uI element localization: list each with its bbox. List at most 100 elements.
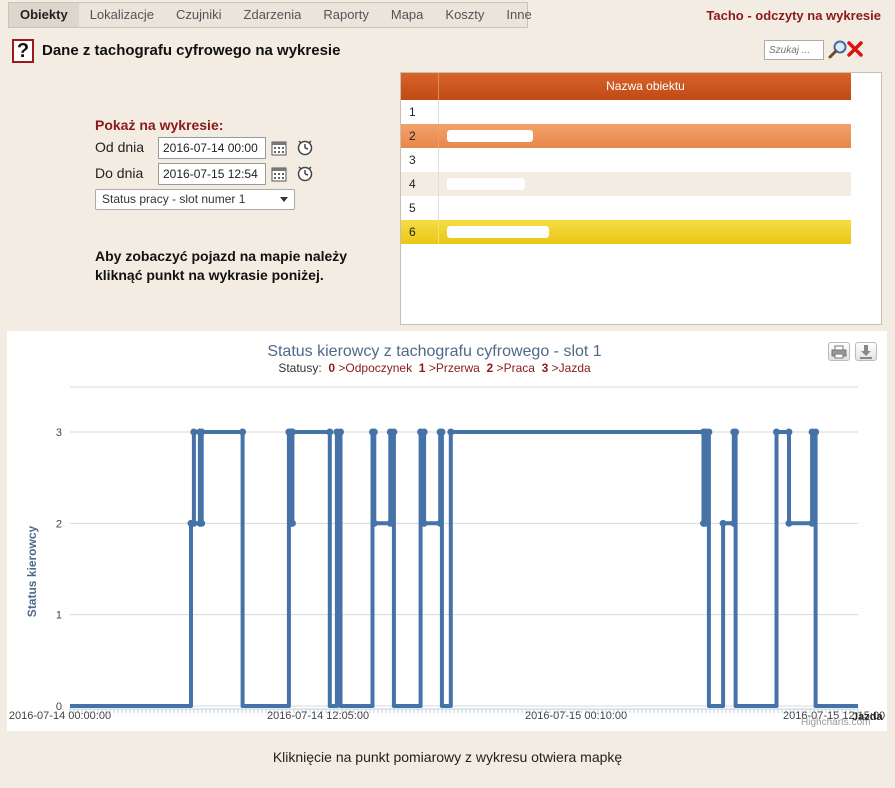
series-line	[70, 430, 858, 708]
main-nav: Obiekty Lokalizacje Czujniki Zdarzenia R…	[8, 2, 532, 28]
table-row[interactable]: 4	[401, 172, 851, 196]
data-point	[336, 428, 344, 436]
status-code: 2	[486, 361, 494, 375]
table-row[interactable]: 1	[401, 100, 851, 124]
status-name: >Odpoczynek	[338, 361, 413, 375]
search-input[interactable]	[764, 40, 824, 60]
slot-select-value: Status pracy - slot numer 1	[102, 192, 246, 206]
data-point	[370, 519, 378, 527]
table-row[interactable]: 5	[401, 196, 851, 220]
chart-subtitle: Statusy: 0 >Odpoczynek 1 >Przerwa 2 >Pra…	[7, 361, 862, 375]
table-row[interactable]: 6	[401, 220, 851, 244]
search-icon[interactable]	[828, 39, 848, 59]
row-index: 2	[401, 124, 439, 148]
table-row[interactable]: 2	[401, 124, 851, 148]
data-point	[705, 428, 713, 436]
row-index: 5	[401, 196, 439, 220]
data-point	[701, 519, 709, 527]
redacted-name	[447, 130, 533, 142]
from-date-label: Od dnia	[95, 139, 145, 155]
data-point	[326, 428, 334, 436]
nav-item-raporty[interactable]: Raporty	[312, 3, 380, 27]
top-bar: Obiekty Lokalizacje Czujniki Zdarzenia R…	[0, 0, 895, 30]
map-info-text: Aby zobaczyć pojazd na mapie należy klik…	[95, 248, 348, 283]
row-index: 6	[401, 220, 439, 244]
data-point	[785, 519, 793, 527]
download-icon	[860, 345, 872, 359]
data-point	[198, 519, 206, 527]
chevron-down-icon	[280, 197, 288, 202]
clock-icon[interactable]	[296, 138, 314, 156]
data-point	[808, 519, 816, 527]
nav-item-obiekty[interactable]: Obiekty	[9, 3, 79, 27]
from-date-input[interactable]	[158, 137, 266, 159]
table-row[interactable]: 3	[401, 148, 851, 172]
to-date-input[interactable]	[158, 163, 266, 185]
print-button[interactable]	[828, 342, 850, 361]
nav-item-czujniki[interactable]: Czujniki	[165, 3, 233, 27]
data-point	[190, 428, 198, 436]
data-point	[719, 519, 727, 527]
data-point	[288, 519, 296, 527]
subtitle-prefix: Statusy:	[278, 361, 322, 375]
to-date-label: Do dnia	[95, 165, 144, 181]
y-tick-label: 3	[56, 427, 62, 439]
data-point	[288, 428, 296, 436]
filter-title: Pokaż na wykresie:	[95, 117, 224, 133]
nav-item-mapa[interactable]: Mapa	[380, 3, 435, 27]
data-point	[386, 519, 394, 527]
y-tick-label: 2	[56, 518, 62, 530]
data-point	[420, 519, 428, 527]
nav-item-lokalizacje[interactable]: Lokalizacje	[79, 3, 165, 27]
status-name: >Jazda	[551, 361, 591, 375]
data-point	[239, 428, 247, 436]
data-point	[370, 428, 378, 436]
calendar-icon[interactable]	[271, 166, 287, 182]
nav-item-inne[interactable]: Inne	[495, 3, 542, 27]
slot-select[interactable]: Status pracy - slot numer 1	[95, 189, 295, 210]
status-chart[interactable]: 0 1 2 3 Status kierowcy 2016-07-14 00:00:00 20…	[7, 331, 887, 731]
chart-area: 0 1 2 3 Status kierowcy 2016-07-14 00:00:00 20…	[7, 331, 887, 731]
data-point	[436, 519, 444, 527]
export-button[interactable]	[855, 342, 877, 361]
data-point	[772, 428, 780, 436]
data-point	[420, 428, 428, 436]
app-title: Tacho - odczyty na wykresie	[706, 8, 881, 23]
highcharts-credits[interactable]: Highcharts.com	[801, 717, 870, 728]
name-column-header[interactable]: Nazwa obiektu	[440, 73, 851, 100]
footer-note: Kliknięcie na punkt pomiarowy z wykresu …	[272, 749, 623, 765]
y-tick-label: 1	[56, 610, 62, 622]
data-point	[438, 428, 446, 436]
object-table-header: Nazwa obiektu	[401, 73, 851, 100]
data-point	[390, 428, 398, 436]
row-index: 3	[401, 148, 439, 172]
x-tick-label: 2016-07-14 12:05:00	[267, 710, 369, 722]
clock-icon[interactable]	[296, 164, 314, 182]
data-point	[785, 428, 793, 436]
calendar-icon[interactable]	[271, 140, 287, 156]
row-index: 4	[401, 172, 439, 196]
data-point	[198, 428, 206, 436]
status-name: >Praca	[496, 361, 535, 375]
page-title: Dane z tachografu cyfrowego na wykresie	[42, 42, 341, 59]
data-point	[730, 519, 738, 527]
row-index: 1	[401, 100, 439, 124]
index-column-header	[401, 73, 439, 100]
help-icon[interactable]: ?	[12, 39, 34, 63]
data-point	[190, 519, 198, 527]
nav-item-koszty[interactable]: Koszty	[434, 3, 495, 27]
status-code: 1	[418, 361, 426, 375]
data-point	[447, 428, 455, 436]
redacted-name	[447, 178, 525, 190]
close-icon[interactable]	[846, 39, 864, 59]
x-tick-label: 2016-07-15 00:10:00	[525, 710, 627, 722]
y-axis-label: Status kierowcy	[25, 525, 39, 617]
nav-item-zdarzenia[interactable]: Zdarzenia	[233, 3, 313, 27]
redacted-name	[447, 226, 549, 238]
object-table: Nazwa obiektu 1 2 3 4 5 6	[400, 72, 882, 325]
data-point	[812, 428, 820, 436]
redacted-name	[447, 104, 527, 108]
x-tick-label: 2016-07-14 00:00:00	[9, 710, 111, 722]
status-name: >Przerwa	[428, 361, 480, 375]
status-code: 0	[328, 361, 336, 375]
